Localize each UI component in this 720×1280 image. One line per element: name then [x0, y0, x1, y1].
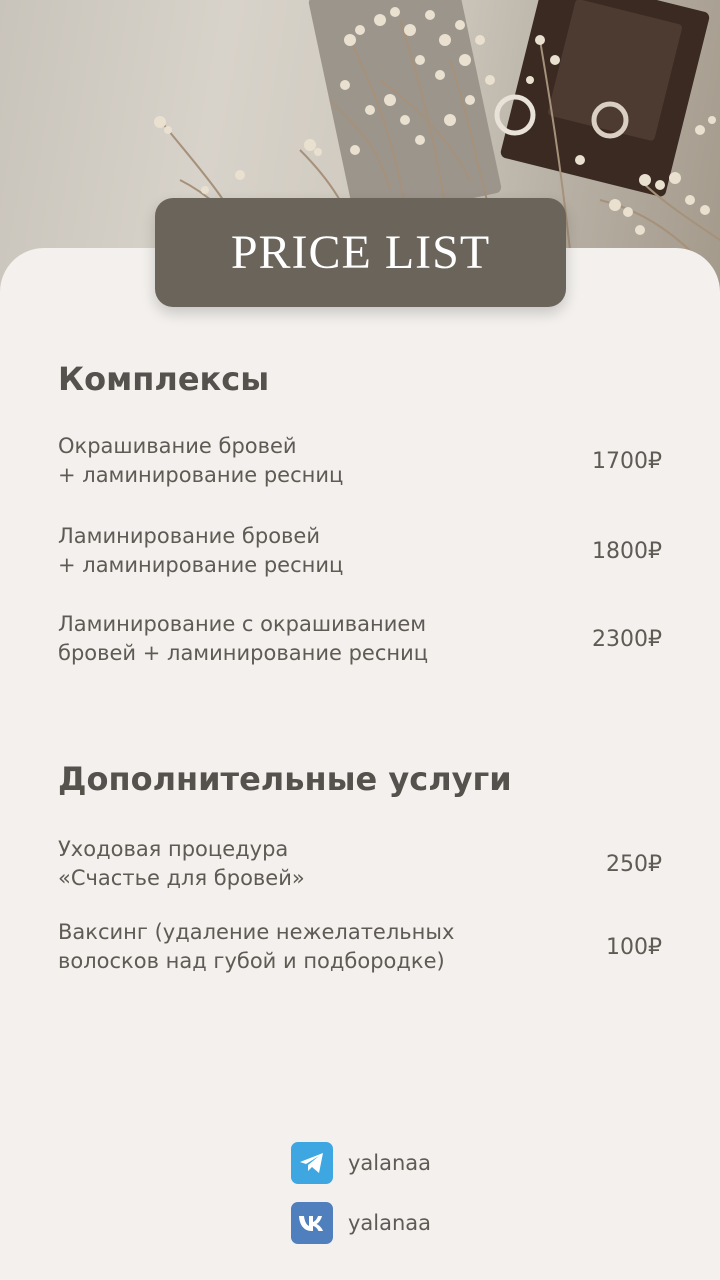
service-name: Ламинирование с окрашиванием бровей + ла…	[58, 612, 429, 665]
page-title: PRICE LIST	[230, 226, 491, 279]
telegram-handle: yalanaa	[348, 1151, 432, 1175]
service-name: Ваксинг (удаление нежелательных волосков…	[58, 920, 455, 973]
section-title-extra-services: Дополнительные услуги	[58, 760, 512, 798]
service-price: 1700₽	[592, 448, 662, 474]
price-list-banner: PRICE LIST	[155, 198, 566, 307]
vk-link[interactable]: yalanaa	[291, 1202, 431, 1244]
vk-icon	[291, 1202, 333, 1244]
price-item: Ламинирование бровей + ламинирование рес…	[58, 522, 662, 580]
telegram-icon	[291, 1142, 333, 1184]
service-name: Окрашивание бровей + ламинирование ресни…	[58, 434, 344, 487]
price-item: Уходовая процедура «Счастье для бровей» …	[58, 835, 662, 893]
price-item: Ламинирование с окрашиванием бровей + ла…	[58, 610, 662, 668]
price-item: Ваксинг (удаление нежелательных волосков…	[58, 918, 662, 976]
price-item: Окрашивание бровей + ламинирование ресни…	[58, 432, 662, 490]
service-price: 1800₽	[592, 538, 662, 564]
telegram-link[interactable]: yalanaa	[291, 1142, 431, 1184]
service-price: 100₽	[606, 934, 662, 960]
service-price: 250₽	[606, 851, 662, 877]
service-name: Ламинирование бровей + ламинирование рес…	[58, 524, 344, 577]
vk-handle: yalanaa	[348, 1211, 432, 1235]
section-title-complexes: Комплексы	[58, 360, 270, 398]
service-price: 2300₽	[592, 626, 662, 652]
service-name: Уходовая процедура «Счастье для бровей»	[58, 837, 305, 890]
